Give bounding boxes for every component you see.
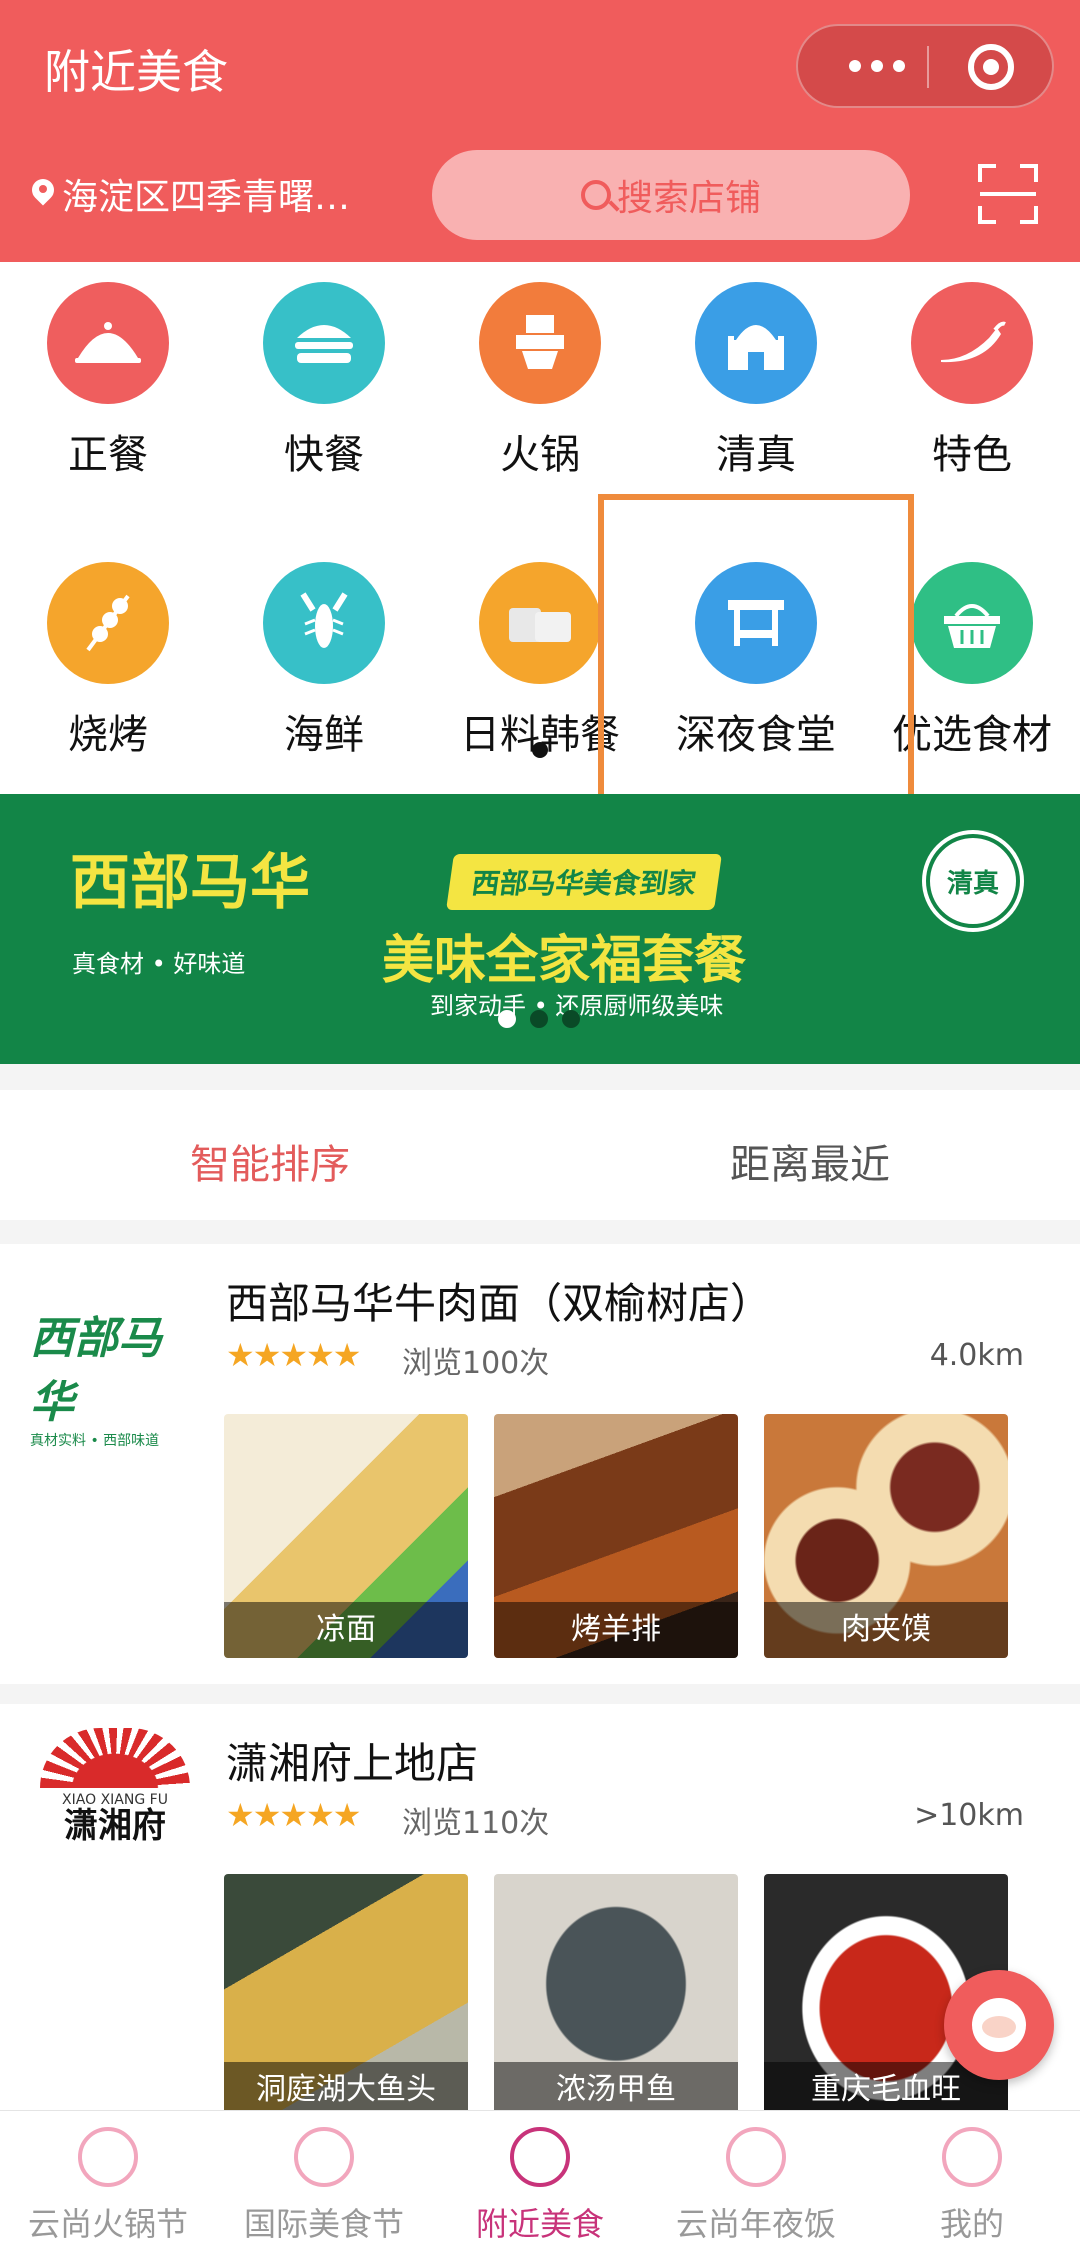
banner-headline: 美味全家福套餐 bbox=[382, 931, 747, 991]
lotus-logo-icon bbox=[40, 1728, 190, 1788]
hotpot-icon bbox=[479, 282, 601, 404]
banner-pagination bbox=[498, 1010, 580, 1028]
search-placeholder: 搜索店铺 bbox=[616, 178, 761, 219]
capsule-divider bbox=[927, 46, 929, 88]
location-selector[interactable]: 海淀区四季青曙… bbox=[32, 168, 350, 220]
tab-intl-food-festival[interactable]: 国际美食节 bbox=[216, 2111, 432, 2258]
tab-nearby-food[interactable]: 附近美食 bbox=[432, 2111, 648, 2258]
restaurant-name: 潇湘府上地店 bbox=[226, 1739, 479, 1788]
tab-label: 国际美食节 bbox=[243, 2205, 404, 2243]
rating-stars: ★★★★★ bbox=[226, 1796, 361, 1834]
bottom-tab-bar: 云尚火锅节 国际美食节 附近美食 云尚年夜饭 我的 bbox=[0, 2110, 1080, 2258]
dish-card[interactable]: 烤羊排 bbox=[494, 1414, 738, 1658]
restaurant-logo: 西部马华 真材实料 • 西部味道 bbox=[30, 1313, 162, 1449]
dish-name: 烤羊排 bbox=[494, 1602, 738, 1658]
restaurant-card[interactable]: 西部马华 真材实料 • 西部味道 西部马华牛肉面（双榆树店） ★★★★★ 浏览1… bbox=[0, 1244, 1080, 1684]
category-tese[interactable]: 特色 bbox=[864, 282, 1080, 480]
sort-nearest-tab[interactable]: 距离最近 bbox=[540, 1132, 1080, 1190]
sort-bar: 智能排序 距离最近 bbox=[0, 1090, 1080, 1220]
sushi-icon bbox=[479, 562, 601, 684]
rating-stars: ★★★★★ bbox=[226, 1336, 361, 1374]
restaurant-logo: XIAO XIANG FU 潇湘府 bbox=[30, 1728, 200, 1848]
location-text: 海淀区四季青曙… bbox=[62, 177, 351, 218]
close-miniprogram-icon[interactable] bbox=[968, 44, 1014, 90]
category-page-indicator bbox=[532, 742, 548, 758]
highlight-box bbox=[598, 494, 914, 800]
halal-badge: 清真 bbox=[926, 834, 1020, 928]
mosque-icon bbox=[695, 282, 817, 404]
skewer-icon bbox=[47, 562, 169, 684]
burger-icon bbox=[263, 282, 385, 404]
category-haixian[interactable]: 海鲜 bbox=[216, 562, 432, 760]
dish-name: 肉夹馍 bbox=[764, 1602, 1008, 1658]
banner-dot-active[interactable] bbox=[498, 1010, 516, 1028]
banner-brand-logo: 西部马华 bbox=[70, 848, 310, 918]
distance: >10km bbox=[914, 1798, 1024, 1833]
app-header: 附近美食 海淀区四季青曙… 搜索店铺 bbox=[0, 0, 1080, 262]
category-label: 快餐 bbox=[284, 432, 364, 478]
page-title: 附近美食 bbox=[44, 45, 228, 99]
cloche-tab-icon bbox=[510, 2127, 570, 2187]
customer-service-button[interactable] bbox=[944, 1970, 1054, 2080]
distance: 4.0km bbox=[929, 1338, 1024, 1373]
scan-icon[interactable] bbox=[978, 164, 1038, 224]
lobster-icon bbox=[263, 562, 385, 684]
dish-card[interactable]: 肉夹馍 bbox=[764, 1414, 1008, 1658]
tab-mine[interactable]: 我的 bbox=[864, 2111, 1080, 2258]
restaurant-name: 西部马华牛肉面（双榆树店） bbox=[226, 1279, 773, 1328]
category-label: 正餐 bbox=[68, 432, 148, 478]
restaurant-card[interactable]: XIAO XIANG FU 潇湘府 潇湘府上地店 ★★★★★ 浏览110次 >1… bbox=[0, 1704, 1080, 2118]
dish-card[interactable]: 洞庭湖大鱼头 bbox=[224, 1874, 468, 2118]
banner-dot[interactable] bbox=[562, 1010, 580, 1028]
category-kuaican[interactable]: 快餐 bbox=[216, 282, 432, 480]
view-count: 浏览100次 bbox=[402, 1346, 550, 1381]
tab-new-year-dinner[interactable]: 云尚年夜饭 bbox=[648, 2111, 864, 2258]
view-count: 浏览110次 bbox=[402, 1806, 550, 1841]
category-label: 海鲜 bbox=[284, 712, 364, 758]
category-label: 特色 bbox=[932, 432, 1012, 478]
tab-label: 云尚年夜饭 bbox=[675, 2205, 836, 2243]
cloche-icon bbox=[47, 282, 169, 404]
tab-label: 我的 bbox=[939, 2205, 1004, 2243]
bowl-tab-icon bbox=[726, 2127, 786, 2187]
search-icon bbox=[580, 180, 611, 210]
sort-smart-tab[interactable]: 智能排序 bbox=[0, 1132, 540, 1190]
tab-hotpot-festival[interactable]: 云尚火锅节 bbox=[0, 2111, 216, 2258]
category-huoguo[interactable]: 火锅 bbox=[432, 282, 648, 480]
miniprogram-capsule bbox=[796, 24, 1054, 108]
search-bar[interactable]: 搜索店铺 bbox=[432, 150, 910, 240]
category-grid: 正餐 快餐 火锅 清真 特色 烧烤 海鲜 日料韩餐 深夜食堂 优选食材 bbox=[0, 262, 1080, 794]
more-icon[interactable] bbox=[832, 26, 922, 106]
tab-label: 云尚火锅节 bbox=[27, 2205, 188, 2243]
category-zhengcan[interactable]: 正餐 bbox=[0, 282, 216, 480]
chili-icon bbox=[911, 282, 1033, 404]
location-pin-icon bbox=[32, 179, 54, 209]
plate-tab-icon bbox=[294, 2127, 354, 2187]
banner-dot[interactable] bbox=[530, 1010, 548, 1028]
dish-card[interactable]: 凉面 bbox=[224, 1414, 468, 1658]
category-shaokao[interactable]: 烧烤 bbox=[0, 562, 216, 760]
banner-brand-slogan: 真食材 • 好味道 bbox=[72, 950, 246, 978]
tab-label: 附近美食 bbox=[475, 2205, 604, 2243]
basket-icon bbox=[911, 562, 1033, 684]
promo-banner[interactable]: 西部马华 真食材 • 好味道 西部马华美食到家 美味全家福套餐 到家动手 • 还… bbox=[0, 794, 1080, 1064]
dish-card[interactable]: 浓汤甲鱼 bbox=[494, 1874, 738, 2118]
banner-tag: 西部马华美食到家 bbox=[446, 854, 722, 910]
hotpot-tab-icon bbox=[78, 2127, 138, 2187]
user-tab-icon bbox=[942, 2127, 1002, 2187]
dish-name: 凉面 bbox=[224, 1602, 468, 1658]
category-label: 清真 bbox=[716, 432, 796, 478]
category-label: 火锅 bbox=[500, 432, 580, 478]
category-label: 烧烤 bbox=[68, 712, 148, 758]
avatar-icon bbox=[972, 1998, 1026, 2052]
category-qingzhen[interactable]: 清真 bbox=[648, 282, 864, 480]
